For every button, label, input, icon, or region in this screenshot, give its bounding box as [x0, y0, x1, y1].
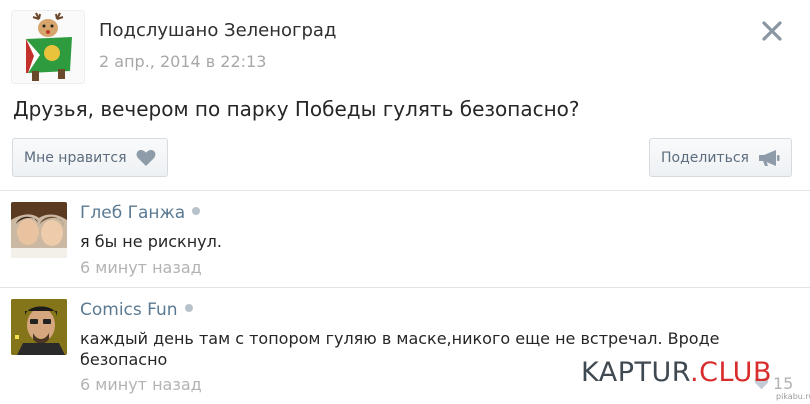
- comment-author-name[interactable]: Comics Fun: [80, 300, 178, 320]
- avatar-photo: [11, 202, 67, 258]
- like-button-label: Мне нравится: [24, 149, 127, 166]
- heart-icon: [136, 149, 155, 166]
- online-indicator: [184, 304, 193, 312]
- avatar[interactable]: [11, 299, 67, 355]
- comment-time[interactable]: 6 минут назад: [80, 258, 202, 277]
- comment-text: я бы не рискнул.: [80, 232, 222, 251]
- close-button[interactable]: [758, 17, 786, 45]
- watermark-logo: KAPTUR.CLUB: [581, 357, 772, 388]
- comment-author-name[interactable]: Глеб Ганжа: [80, 203, 185, 223]
- like-button[interactable]: Мне нравится: [12, 138, 168, 177]
- share-button[interactable]: Поделиться: [649, 138, 792, 177]
- megaphone-icon: [758, 149, 780, 166]
- close-icon: [762, 21, 782, 41]
- share-button-label: Поделиться: [661, 149, 749, 166]
- comment-time[interactable]: 6 минут назад: [80, 375, 202, 394]
- avatar-photo: [11, 299, 67, 355]
- watermark-accent-text: .CLUB: [690, 357, 772, 388]
- group-avatar[interactable]: [11, 10, 85, 84]
- post-date[interactable]: 2 апр., 2014 в 22:13: [99, 52, 266, 71]
- post-text: Друзья, вечером по парку Победы гулять б…: [13, 97, 580, 121]
- online-indicator: [192, 207, 201, 215]
- divider: [0, 190, 810, 191]
- post-header: Подслушано Зеленоград 2 апр., 2014 в 22:…: [0, 0, 810, 90]
- comment-author[interactable]: Comics Fun: [80, 300, 193, 320]
- divider: [0, 287, 810, 288]
- small-watermark: pikabu.ru: [776, 392, 810, 401]
- deer-flag-logo: [26, 12, 72, 81]
- watermark-main-text: KAPTUR: [581, 357, 691, 388]
- comment-author[interactable]: Глеб Ганжа: [80, 203, 201, 223]
- group-name[interactable]: Подслушано Зеленоград: [99, 20, 336, 41]
- like-count-value: 15: [773, 374, 794, 393]
- avatar[interactable]: [11, 202, 67, 258]
